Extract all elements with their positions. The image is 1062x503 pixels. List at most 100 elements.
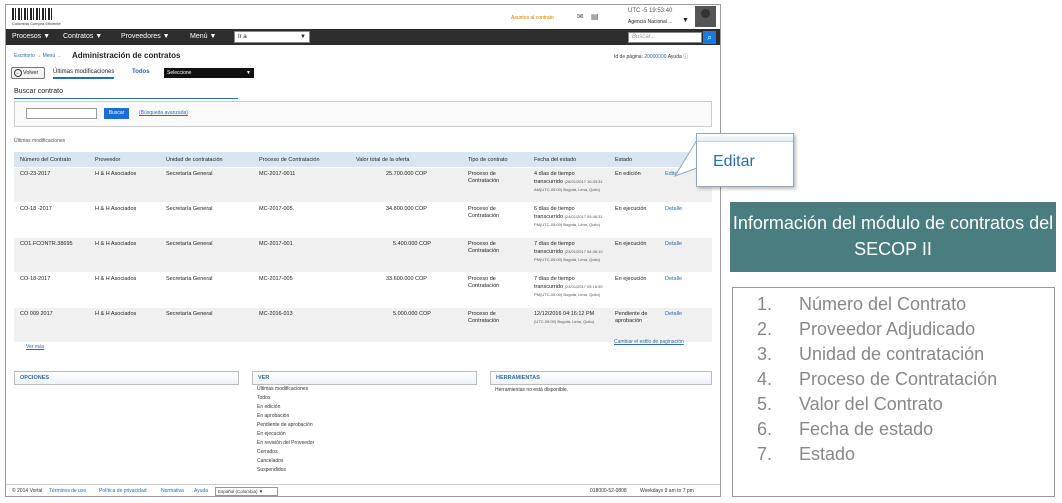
legend-label: Número del Contrato [799,294,967,314]
ver-item[interactable]: Todos [257,395,270,401]
main-nav: Procesos ▼ Contratos ▼ Proveedores ▼ Men… [6,29,720,45]
ver-item[interactable]: Cancelados [257,458,283,464]
info-legend: 1. Número del Contrato 2. Proveedor Adjudi… [732,287,1055,497]
ver-item[interactable]: En edición [257,404,280,410]
cell-proceso: MC-2016-013 [259,311,293,317]
edit-callout: Editar [696,133,794,187]
page-id-value[interactable]: 20000000 [644,54,666,60]
avatar[interactable] [695,6,716,27]
barcode-logo-icon [12,8,52,20]
breadcrumb[interactable]: Escritorio → Menú → [14,53,62,59]
language-select[interactable]: Español (Colombia) ▼ [215,487,278,496]
agency-selector[interactable]: Agencia Nacional ... [628,19,672,25]
col-valor[interactable]: Valor total de la oferta [356,157,409,163]
col-proceso[interactable]: Proceso de Contratación [259,157,320,163]
col-proveedor[interactable]: Proveedor [95,157,120,163]
cell-estado: En ejecución [615,276,647,282]
tab-todos[interactable]: Todos [132,69,150,75]
callout-header [697,134,793,142]
back-label: Volver [23,70,39,76]
panel-herramientas[interactable]: HERRAMIENTAS [490,371,712,385]
nav-procesos[interactable]: Procesos ▼ [12,29,50,45]
cell-tipo: Proceso de Contratación [468,206,500,219]
ver-item[interactable]: En ejecución [257,431,286,437]
cell-proceso: MC-2017-005 [259,276,293,282]
detail-link[interactable]: Detalle [665,276,682,283]
pagination-style-link[interactable]: Cambiar el estilo de paginación [614,339,684,345]
cell-tipo: Proceso de Contratación [468,311,500,324]
col-unidad[interactable]: Unidad de contratación [166,157,223,163]
tab-ultimas-modificaciones[interactable]: Últimas modificaciones [53,69,115,79]
search-icon[interactable]: ⌕ [703,31,716,44]
cell-estado: En ejecución [615,241,647,247]
legend-label: Proveedor Adjudicado [799,319,976,339]
ver-item[interactable]: En revisión del Proveedor [257,440,314,446]
cell-valor: 34.800.000 COP [386,206,427,212]
hours: Weekdays 9 am to 7 pm [640,488,694,494]
legend-number: 3. [757,344,773,364]
col-fecha[interactable]: Fecha del estado [534,157,576,163]
cell-unidad: Secretaría General [166,276,213,282]
panel-opciones[interactable]: OPCIONES [14,371,239,385]
logo[interactable]: Colombia Compra Eficiente [12,8,61,26]
col-estado[interactable]: Estado [615,157,632,163]
help-link[interactable]: Ayuda [668,54,682,60]
detail-link[interactable]: Detalle [665,206,682,213]
ver-item[interactable]: Suspendidos [257,467,286,473]
envelope-icon[interactable]: ✉ [577,12,587,21]
nav-contratos[interactable]: Contratos ▼ [63,29,102,45]
legend-item: 1. Número del Contrato [757,294,966,315]
search-input[interactable]: Buscar... [628,32,702,43]
normativa-link[interactable]: Normativa [161,488,184,494]
help-link[interactable]: Ayuda [194,488,208,494]
caret-down-icon[interactable]: ▼ [682,17,689,24]
arrow-left-icon: ← [14,69,22,77]
cell-valor: 5.400.000 COP [393,241,431,247]
ver-item[interactable]: En aprobación [257,413,289,419]
col-tipo[interactable]: Tipo de contrato [468,157,508,163]
view-more-link[interactable]: Ver más [26,344,44,350]
logo-text: Colombia Compra Eficiente [12,21,61,26]
ver-item[interactable]: Cerrados [257,449,278,455]
search-title: Buscar contrato [14,88,64,95]
contract-search-input[interactable] [26,108,97,119]
legend-item: 2. Proveedor Adjudicado [757,319,975,340]
cell-unidad: Secretaría General [166,241,213,247]
nav-menu[interactable]: Menú ▼ [190,29,216,45]
caret-down-icon: ▼ [246,70,251,76]
page-id: Id de página: 20000000 Ayuda ⓘ [614,53,688,60]
alert-link[interactable]: Asuntos al contrato [511,15,554,21]
search-button[interactable]: Buscar [104,108,129,119]
back-button[interactable]: ← Volver [11,67,45,79]
phone: 018000-52-0808 [590,488,627,494]
cell-unidad: Secretaría General [166,206,213,212]
detail-link[interactable]: Detalle [665,241,682,248]
cell-tipo: Proceso de Contratación [468,241,500,254]
nav-proveedores[interactable]: Proveedores ▼ [121,29,170,45]
help-icon[interactable]: ⓘ [683,54,688,60]
terms-link[interactable]: Términos de uso [49,488,86,494]
cell-proceso: MC-2017-005. [259,206,295,212]
legend-number: 2. [757,319,773,339]
legend-label: Fecha de estado [799,419,934,439]
callout-label: Editar [713,153,755,170]
legend-label: Proceso de Contratación [799,369,998,389]
privacy-link[interactable]: Política de privacidad [99,488,147,494]
legend-number: 7. [757,444,773,464]
fecha-main: 12/12/2016 04:16:12 PM [534,311,595,317]
panel-ver[interactable]: VER [252,371,477,385]
col-numero[interactable]: Número del Contrato [20,157,71,163]
legend-label: Unidad de contratación [799,344,985,364]
ver-item[interactable]: Últimas modificaciones [257,386,308,392]
document-icon[interactable]: ▤ [591,12,601,21]
ver-item[interactable]: Pendiente de aprobación [257,422,313,428]
secop-screenshot: Colombia Compra Eficiente Asuntos al con… [5,4,721,497]
detail-link[interactable]: Detalle [665,311,682,318]
go-to-label: Ir a [238,34,247,40]
filter-select[interactable]: Seleccione ▼ [164,68,254,78]
legend-number: 5. [757,394,773,414]
advanced-search-link[interactable]: (Búsqueda avanzada) [139,110,188,116]
legend-number: 4. [757,369,773,389]
cell-proveedor: H & H Asociados [95,276,137,282]
go-to-select[interactable]: Ir a ▼ [234,31,310,43]
